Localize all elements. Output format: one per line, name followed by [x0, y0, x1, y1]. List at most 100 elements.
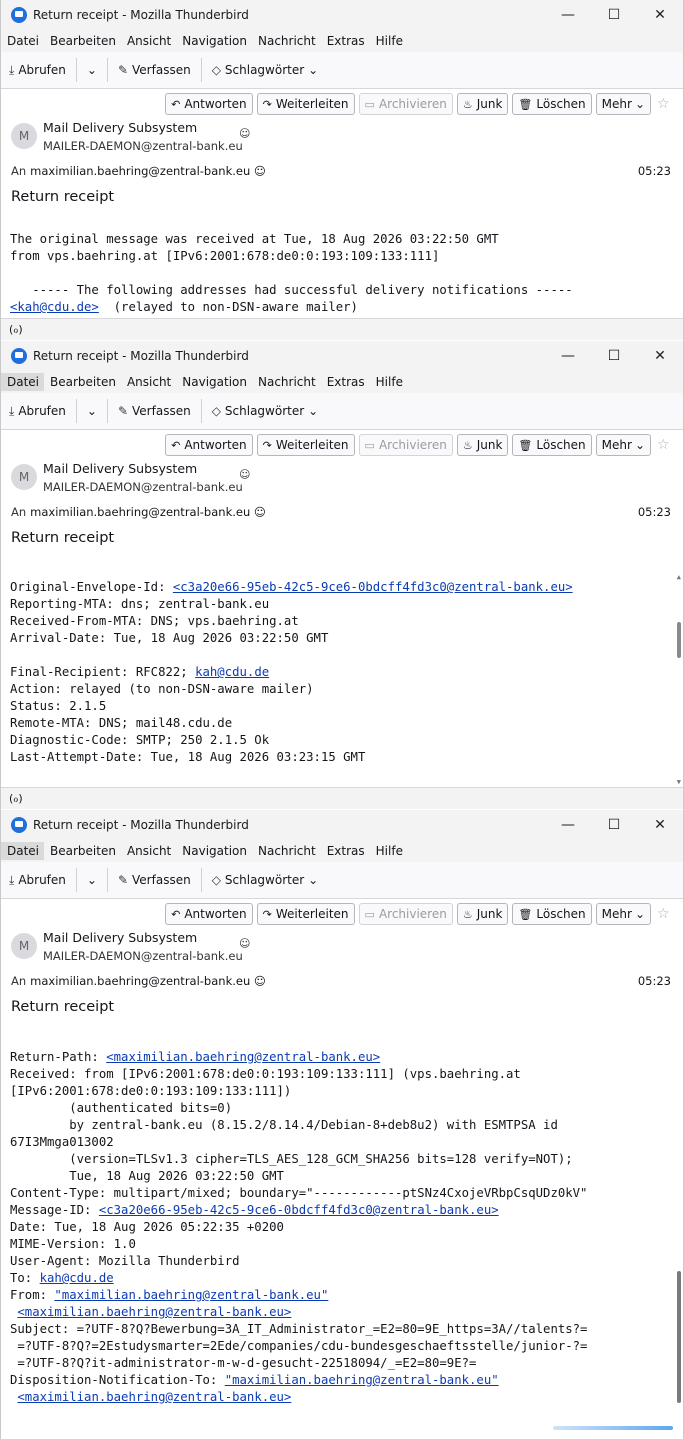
body-line: Disposition-Notification-To: [10, 1373, 225, 1387]
reply-button[interactable]: ↶ Antworten [165, 434, 253, 456]
body-line: Content-Type: multipart/mixed; boundary=… [10, 1186, 588, 1200]
more-button[interactable]: Mehr ⌄ [595, 434, 651, 456]
menu-datei[interactable]: Datei [1, 842, 45, 860]
sender-name[interactable]: Mail Delivery Subsystem [43, 461, 197, 476]
envelope-id-link[interactable]: <c3a20e66-95eb-42c5-9ce6-0bdcff4fd3c0@ze… [173, 580, 573, 594]
menu-ansicht[interactable]: Ansicht [121, 842, 176, 860]
contact-icon[interactable]: ☺ [254, 505, 266, 519]
minimize-button[interactable]: — [545, 341, 591, 371]
trash-icon: 🗑 [518, 907, 533, 921]
to-link[interactable]: kah@cdu.de [40, 1271, 114, 1285]
fetch-dropdown-button[interactable]: ⌄ [79, 56, 105, 84]
sender-name[interactable]: Mail Delivery Subsystem [43, 120, 197, 135]
reply-button[interactable]: ↶ Antworten [165, 93, 253, 115]
menu-navigation[interactable]: Navigation [176, 373, 252, 391]
maximize-button[interactable]: ☐ [591, 0, 637, 30]
scroll-up-icon[interactable]: ▲ [677, 569, 681, 586]
message-body: The original message was received at Tue… [1, 225, 683, 318]
contact-icon[interactable]: ☺ [254, 974, 266, 988]
archive-label: Archivieren [378, 97, 447, 111]
menu-bar: Datei Bearbeiten Ansicht Navigation Nach… [1, 371, 683, 393]
menu-extras[interactable]: Extras [321, 842, 370, 860]
forward-button[interactable]: ↷ Weiterleiten [256, 93, 355, 115]
menu-nachricht[interactable]: Nachricht [252, 373, 321, 391]
close-button[interactable]: ✕ [637, 810, 683, 840]
menu-bearbeiten[interactable]: Bearbeiten [44, 373, 121, 391]
disposition-link[interactable]: "maximilian.baehring@zentral-bank.eu" [225, 1373, 499, 1387]
main-toolbar: ⤓ Abrufen ⌄ ✎ Verfassen ◇ Schlagwörter ⌄ [1, 862, 683, 899]
fetch-button[interactable]: ⤓ Abrufen [1, 56, 74, 84]
star-icon[interactable]: ☆ [657, 93, 675, 115]
maximize-button[interactable]: ☐ [591, 341, 637, 371]
close-button[interactable]: ✕ [637, 341, 683, 371]
compose-button[interactable]: ✎ Verfassen [110, 397, 199, 425]
fetch-dropdown-button[interactable]: ⌄ [79, 866, 105, 894]
more-button[interactable]: Mehr ⌄ [595, 903, 651, 925]
delete-button[interactable]: 🗑 Löschen [512, 903, 592, 925]
junk-button[interactable]: ♨ Junk [456, 93, 509, 115]
fetch-button[interactable]: ⤓ Abrufen [1, 866, 74, 894]
recipient-link[interactable]: kah@cdu.de [195, 665, 269, 679]
minimize-button[interactable]: — [545, 0, 591, 30]
title-bar: Return receipt - Mozilla Thunderbird — ☐… [1, 341, 683, 371]
menu-extras[interactable]: Extras [321, 373, 370, 391]
vertical-scrollbar[interactable] [677, 1271, 681, 1403]
sender-name[interactable]: Mail Delivery Subsystem [43, 930, 197, 945]
menu-extras[interactable]: Extras [321, 32, 370, 50]
sender-address[interactable]: MAILER-DAEMON@zentral-bank.eu [43, 139, 243, 153]
junk-button[interactable]: ♨ Junk [456, 434, 509, 456]
menu-ansicht[interactable]: Ansicht [121, 32, 176, 50]
message-id-link[interactable]: <c3a20e66-95eb-42c5-9ce6-0bdcff4fd3c0@ze… [99, 1203, 499, 1217]
menu-hilfe[interactable]: Hilfe [370, 373, 408, 391]
menu-hilfe[interactable]: Hilfe [370, 842, 408, 860]
fetch-button[interactable]: ⤓ Abrufen [1, 397, 74, 425]
toolbar-divider [106, 399, 108, 423]
compose-button[interactable]: ✎ Verfassen [110, 56, 199, 84]
toolbar-divider [106, 58, 108, 82]
menu-bearbeiten[interactable]: Bearbeiten [44, 842, 121, 860]
maximize-button[interactable]: ☐ [591, 810, 637, 840]
menu-navigation[interactable]: Navigation [176, 32, 252, 50]
more-button[interactable]: Mehr ⌄ [595, 93, 651, 115]
tags-label: Schlagwörter [224, 873, 305, 887]
menu-navigation[interactable]: Navigation [176, 842, 252, 860]
archive-button[interactable]: ▭ Archivieren [358, 434, 453, 456]
scroll-down-icon[interactable]: ▼ [677, 774, 681, 787]
contact-icon[interactable]: ☺ [254, 164, 266, 178]
reply-button[interactable]: ↶ Antworten [165, 903, 253, 925]
menu-ansicht[interactable]: Ansicht [121, 373, 176, 391]
tags-button[interactable]: ◇ Schlagwörter ⌄ [204, 866, 327, 894]
delete-button[interactable]: 🗑 Löschen [512, 93, 592, 115]
archive-button[interactable]: ▭ Archivieren [358, 93, 453, 115]
forward-button[interactable]: ↷ Weiterleiten [256, 434, 355, 456]
menu-bearbeiten[interactable]: Bearbeiten [44, 32, 121, 50]
fetch-dropdown-button[interactable]: ⌄ [79, 397, 105, 425]
menu-nachricht[interactable]: Nachricht [252, 32, 321, 50]
star-icon[interactable]: ☆ [657, 434, 675, 456]
sender-address[interactable]: MAILER-DAEMON@zentral-bank.eu [43, 949, 243, 963]
tags-button[interactable]: ◇ Schlagwörter ⌄ [204, 56, 327, 84]
minimize-button[interactable]: — [545, 810, 591, 840]
from-link[interactable]: <maximilian.baehring@zentral-bank.eu> [17, 1305, 291, 1319]
recipient-address[interactable]: maximilian.baehring@zentral-bank.eu [30, 164, 250, 178]
archive-button[interactable]: ▭ Archivieren [358, 903, 453, 925]
from-link[interactable]: "maximilian.baehring@zentral-bank.eu" [54, 1288, 328, 1302]
menu-nachricht[interactable]: Nachricht [252, 842, 321, 860]
compose-button[interactable]: ✎ Verfassen [110, 866, 199, 894]
tags-button[interactable]: ◇ Schlagwörter ⌄ [204, 397, 327, 425]
menu-datei[interactable]: Datei [1, 32, 44, 50]
sender-address[interactable]: MAILER-DAEMON@zentral-bank.eu [43, 480, 243, 494]
star-icon[interactable]: ☆ [657, 903, 675, 925]
vertical-scrollbar[interactable] [677, 622, 681, 658]
recipient-address[interactable]: maximilian.baehring@zentral-bank.eu [30, 974, 250, 988]
return-path-link[interactable]: <maximilian.baehring@zentral-bank.eu> [106, 1050, 380, 1064]
recipient-address[interactable]: maximilian.baehring@zentral-bank.eu [30, 505, 250, 519]
forward-button[interactable]: ↷ Weiterleiten [256, 903, 355, 925]
menu-hilfe[interactable]: Hilfe [370, 32, 408, 50]
junk-button[interactable]: ♨ Junk [456, 903, 509, 925]
delete-button[interactable]: 🗑 Löschen [512, 434, 592, 456]
recipient-link[interactable]: <kah@cdu.de> [10, 300, 99, 314]
disposition-link[interactable]: <maximilian.baehring@zentral-bank.eu> [17, 1390, 291, 1404]
close-button[interactable]: ✕ [637, 0, 683, 30]
menu-datei[interactable]: Datei [1, 373, 45, 391]
